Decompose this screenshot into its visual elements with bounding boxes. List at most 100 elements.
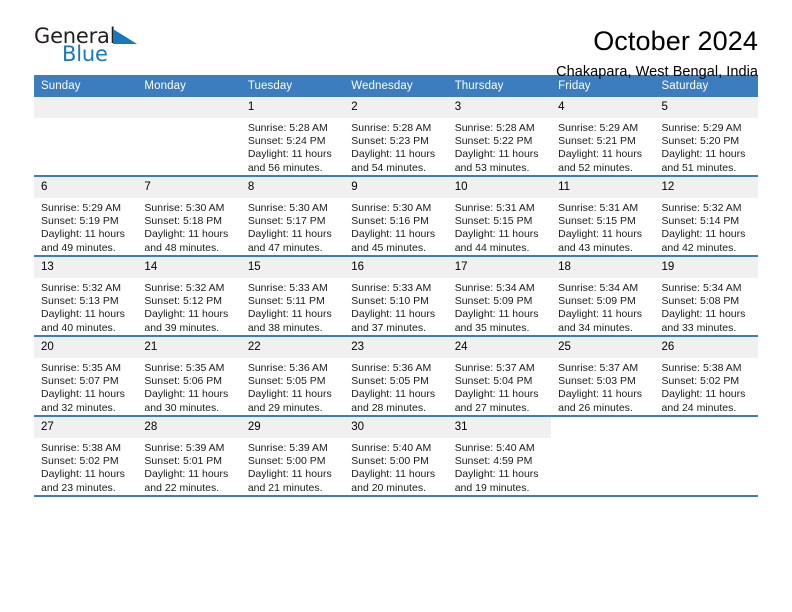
daylight-line-2: and 43 minutes.: [558, 241, 633, 254]
day-number: 2: [344, 97, 448, 118]
daylight-line-1: Daylight: 11 hours: [661, 388, 746, 401]
sunset-time: Sunset: 5:00 PM: [351, 455, 429, 468]
day-number: 8: [240, 177, 345, 198]
calendar-day-cell[interactable]: 10 Sunrise: 5:31 AM Sunset: 5:15 PM Dayligh…: [447, 175, 552, 256]
daylight-line-2: and 23 minutes.: [41, 481, 116, 494]
sunset-time: Sunset: 5:16 PM: [351, 215, 429, 228]
daylight-line-2: and 21 minutes.: [247, 481, 323, 494]
day-sun-info: Sunrise: 5:29 AM Sunset: 5:19 PM Daylight:…: [34, 198, 137, 255]
calendar-day-cell[interactable]: 26 Sunrise: 5:38 AM Sunset: 5:02 PM Dayligh…: [654, 335, 758, 416]
sunrise-time: Sunrise: 5:30 AM: [351, 202, 432, 214]
sunset-time: Sunset: 5:13 PM: [41, 295, 119, 308]
sunrise-time: Sunrise: 5:28 AM: [247, 122, 328, 134]
daylight-line-1: Daylight: 11 hours: [661, 308, 746, 321]
daylight-line-2: and 51 minutes.: [661, 161, 737, 174]
calendar-day-cell[interactable]: 5 Sunrise: 5:29 AM Sunset: 5:20 PM Daylight…: [654, 97, 758, 176]
daylight-line-2: and 24 minutes.: [661, 401, 737, 414]
calendar-day-cell[interactable]: 24 Sunrise: 5:37 AM Sunset: 5:04 PM Dayligh…: [447, 335, 552, 416]
sunrise-time: Sunrise: 5:35 AM: [144, 362, 225, 374]
calendar-day-cell[interactable]: 17 Sunrise: 5:34 AM Sunset: 5:09 PM Dayligh…: [447, 255, 552, 336]
day-sun-info: Sunrise: 5:32 AM Sunset: 5:14 PM Daylight:…: [655, 198, 758, 255]
calendar-day-cell[interactable]: 23 Sunrise: 5:36 AM Sunset: 5:05 PM Dayligh…: [344, 335, 448, 416]
daylight-line-2: and 37 minutes.: [351, 321, 426, 334]
calendar-day-cell[interactable]: 1 Sunrise: 5:28 AM Sunset: 5:24 PM Daylight…: [240, 97, 345, 176]
sunrise-time: Sunrise: 5:33 AM: [351, 282, 432, 294]
sunrise-time: Sunrise: 5:34 AM: [558, 282, 639, 294]
sunrise-time: Sunrise: 5:37 AM: [454, 362, 535, 374]
calendar-day-cell[interactable]: 3 Sunrise: 5:28 AM Sunset: 5:22 PM Daylight…: [447, 97, 552, 176]
calendar-day-cell[interactable]: 6 Sunrise: 5:29 AM Sunset: 5:19 PM Daylight…: [34, 175, 138, 256]
day-number: [34, 97, 138, 118]
day-sun-info: Sunrise: 5:31 AM Sunset: 5:15 PM Daylight:…: [448, 198, 551, 255]
day-sun-info: Sunrise: 5:39 AM Sunset: 5:01 PM Daylight:…: [137, 438, 240, 495]
calendar-day-cell[interactable]: 8 Sunrise: 5:30 AM Sunset: 5:17 PM Daylight…: [240, 175, 345, 256]
calendar-day-cell[interactable]: 19 Sunrise: 5:34 AM Sunset: 5:08 PM Dayligh…: [654, 255, 758, 336]
day-sun-info: Sunrise: 5:39 AM Sunset: 5:00 PM Daylight:…: [241, 438, 344, 495]
sunrise-time: Sunrise: 5:32 AM: [144, 282, 225, 294]
daylight-line-1: Daylight: 11 hours: [351, 468, 436, 481]
sunrise-time: Sunrise: 5:34 AM: [454, 282, 535, 294]
calendar-day-cell[interactable]: 14 Sunrise: 5:32 AM Sunset: 5:12 PM Dayligh…: [137, 255, 241, 336]
sunset-time: Sunset: 5:14 PM: [661, 215, 740, 228]
day-number: 30: [344, 417, 448, 438]
calendar-week-row: 20 Sunrise: 5:35 AM Sunset: 5:07 PM Dayligh…: [34, 335, 758, 416]
daylight-line-1: Daylight: 11 hours: [454, 468, 539, 481]
calendar-day-cell[interactable]: 16 Sunrise: 5:33 AM Sunset: 5:10 PM Dayligh…: [344, 255, 448, 336]
calendar-day-cell[interactable]: 25 Sunrise: 5:37 AM Sunset: 5:03 PM Dayligh…: [551, 335, 655, 416]
calendar-day-cell[interactable]: 9 Sunrise: 5:30 AM Sunset: 5:16 PM Daylight…: [344, 175, 448, 256]
daylight-line-1: Daylight: 11 hours: [661, 228, 746, 241]
day-number: 5: [654, 97, 758, 118]
day-number: 7: [137, 177, 241, 198]
day-number: 1: [240, 97, 345, 118]
day-sun-info: Sunrise: 5:34 AM Sunset: 5:09 PM Daylight:…: [551, 278, 654, 335]
daylight-line-2: and 35 minutes.: [454, 321, 530, 334]
day-number: 9: [344, 177, 448, 198]
calendar-day-cell[interactable]: 30 Sunrise: 5:40 AM Sunset: 5:00 PM Dayligh…: [344, 415, 448, 497]
calendar-day-cell[interactable]: 27 Sunrise: 5:38 AM Sunset: 5:02 PM Dayligh…: [34, 415, 138, 497]
daylight-line-2: and 44 minutes.: [454, 241, 530, 254]
sunrise-time: Sunrise: 5:32 AM: [41, 282, 121, 294]
logo-text-blue: Blue: [62, 42, 108, 66]
calendar-day-cell[interactable]: 21 Sunrise: 5:35 AM Sunset: 5:06 PM Dayligh…: [137, 335, 241, 416]
daylight-line-1: Daylight: 11 hours: [558, 228, 642, 241]
day-sun-info: Sunrise: 5:36 AM Sunset: 5:05 PM Daylight:…: [241, 358, 344, 415]
daylight-line-1: Daylight: 11 hours: [41, 468, 125, 481]
day-number: 31: [447, 417, 552, 438]
calendar-day-cell[interactable]: 29 Sunrise: 5:39 AM Sunset: 5:00 PM Dayligh…: [240, 415, 345, 497]
day-number: 10: [447, 177, 552, 198]
calendar-day-cell[interactable]: 7 Sunrise: 5:30 AM Sunset: 5:18 PM Daylight…: [137, 175, 241, 256]
daylight-line-1: Daylight: 11 hours: [41, 308, 125, 321]
sunset-time: Sunset: 5:20 PM: [661, 135, 740, 148]
day-number: [654, 417, 758, 438]
daylight-line-2: and 27 minutes.: [454, 401, 530, 414]
calendar-day-cell[interactable]: 20 Sunrise: 5:35 AM Sunset: 5:07 PM Dayligh…: [34, 335, 138, 416]
day-sun-info: Sunrise: 5:33 AM Sunset: 5:11 PM Daylight:…: [241, 278, 344, 335]
daylight-line-2: and 56 minutes.: [247, 161, 323, 174]
calendar-day-cell[interactable]: 2 Sunrise: 5:28 AM Sunset: 5:23 PM Daylight…: [344, 97, 448, 176]
sunset-time: Sunset: 5:09 PM: [558, 295, 636, 308]
daylight-line-2: and 49 minutes.: [41, 241, 116, 254]
calendar-day-cell[interactable]: 13 Sunrise: 5:32 AM Sunset: 5:13 PM Dayligh…: [34, 255, 138, 336]
calendar-week-row: 6 Sunrise: 5:29 AM Sunset: 5:19 PM Daylight…: [34, 175, 758, 256]
daylight-line-1: Daylight: 11 hours: [247, 308, 332, 321]
calendar-week-row: 13 Sunrise: 5:32 AM Sunset: 5:13 PM Dayligh…: [34, 255, 758, 336]
calendar-day-cell[interactable]: 28 Sunrise: 5:39 AM Sunset: 5:01 PM Dayligh…: [137, 415, 241, 497]
day-sun-info: Sunrise: 5:35 AM Sunset: 5:06 PM Daylight:…: [137, 358, 240, 415]
calendar-day-cell[interactable]: 12 Sunrise: 5:32 AM Sunset: 5:14 PM Dayligh…: [654, 175, 758, 256]
day-sun-info: Sunrise: 5:32 AM Sunset: 5:12 PM Daylight:…: [137, 278, 240, 335]
sunset-time: Sunset: 5:02 PM: [661, 375, 740, 388]
day-number: 23: [344, 337, 448, 358]
general-blue-logo[interactable]: General Blue: [34, 26, 164, 74]
calendar-day-cell[interactable]: 4 Sunrise: 5:29 AM Sunset: 5:21 PM Daylight…: [551, 97, 655, 176]
calendar-day-cell[interactable]: 11 Sunrise: 5:31 AM Sunset: 5:15 PM Dayligh…: [551, 175, 655, 256]
day-sun-info: Sunrise: 5:34 AM Sunset: 5:08 PM Daylight:…: [655, 278, 758, 335]
day-number: 28: [137, 417, 241, 438]
page-title: October 2024: [593, 26, 758, 56]
calendar-day-cell[interactable]: 31 Sunrise: 5:40 AM Sunset: 4:59 PM Dayligh…: [447, 415, 552, 497]
calendar-day-cell[interactable]: 18 Sunrise: 5:34 AM Sunset: 5:09 PM Dayligh…: [551, 255, 655, 336]
day-number: 12: [654, 177, 758, 198]
calendar-day-cell[interactable]: 22 Sunrise: 5:36 AM Sunset: 5:05 PM Dayligh…: [240, 335, 345, 416]
sunset-time: Sunset: 5:03 PM: [558, 375, 636, 388]
calendar-day-cell[interactable]: 15 Sunrise: 5:33 AM Sunset: 5:11 PM Dayligh…: [240, 255, 345, 336]
daylight-line-1: Daylight: 11 hours: [247, 148, 332, 161]
